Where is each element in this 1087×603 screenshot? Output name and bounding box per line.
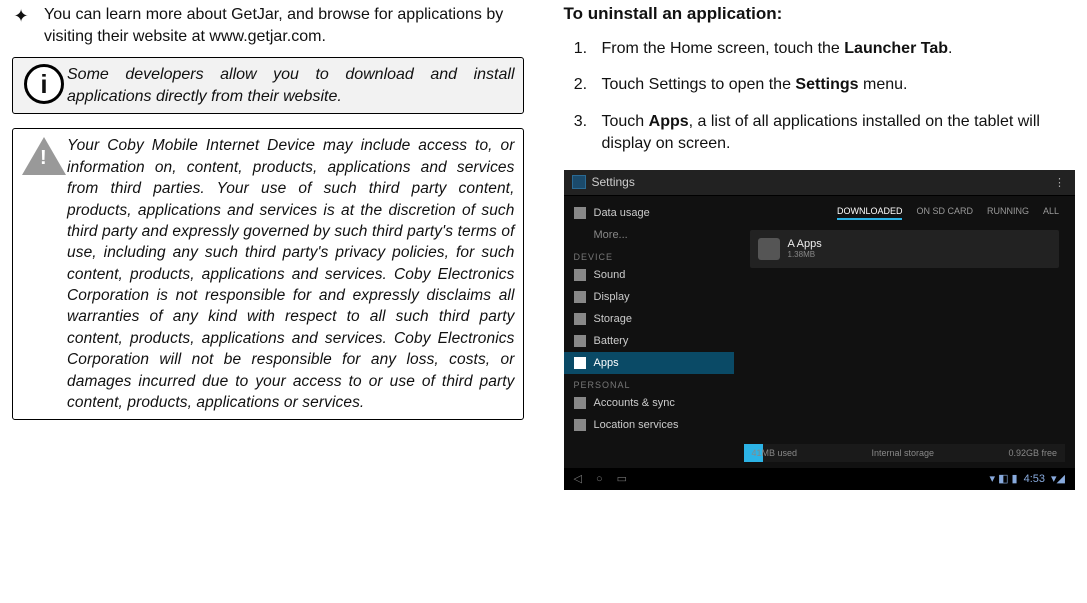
sidebar-item-more[interactable]: More... xyxy=(564,224,734,246)
location-icon xyxy=(574,419,586,431)
display-icon xyxy=(574,291,586,303)
warning-note-text: Your Coby Mobile Internet Device may inc… xyxy=(67,135,515,413)
sidebar-item-storage[interactable]: Storage xyxy=(564,308,734,330)
sidebar-item-location[interactable]: Location services xyxy=(564,414,734,436)
tab-running[interactable]: RUNNING xyxy=(987,206,1029,220)
warning-icon xyxy=(21,135,67,413)
tab-all[interactable]: ALL xyxy=(1043,206,1059,220)
data-icon xyxy=(574,207,586,219)
bullet-star-icon: ✦ xyxy=(12,4,30,47)
sound-icon xyxy=(574,269,586,281)
wifi-icon: ▾◢ xyxy=(1051,472,1065,485)
info-note-box: i Some developers allow you to download … xyxy=(12,57,524,114)
settings-screenshot: Settings ⋮ Data usage More... DEVICE Sou… xyxy=(564,170,1076,490)
tab-downloaded[interactable]: DOWNLOADED xyxy=(837,206,903,220)
apps-tabs: DOWNLOADED ON SD CARD RUNNING ALL xyxy=(740,202,1070,224)
home-icon[interactable]: ○ xyxy=(596,473,603,485)
tab-sdcard[interactable]: ON SD CARD xyxy=(916,206,973,220)
menu-icon: ⋮ xyxy=(1054,176,1067,189)
app-size: 1.38MB xyxy=(788,250,822,259)
sidebar-head-personal: PERSONAL xyxy=(564,374,734,392)
battery-icon xyxy=(574,335,586,347)
sidebar-item-accounts[interactable]: Accounts & sync xyxy=(564,392,734,414)
sidebar-head-device: DEVICE xyxy=(564,246,734,264)
storage-icon xyxy=(574,313,586,325)
clock: 4:53 xyxy=(1024,473,1045,485)
bullet-text: You can learn more about GetJar, and bro… xyxy=(44,4,524,47)
sidebar-item-apps[interactable]: Apps xyxy=(564,352,734,374)
sidebar-item-sound[interactable]: Sound xyxy=(564,264,734,286)
sync-icon xyxy=(574,397,586,409)
step-3: Touch Apps, a list of all applications i… xyxy=(592,111,1076,156)
info-icon: i xyxy=(21,64,67,107)
screenshot-title: Settings xyxy=(592,175,635,189)
warning-note-box: Your Coby Mobile Internet Device may inc… xyxy=(12,128,524,420)
system-navbar: ◁ ○ ▭ ▾ ◧ ▮ 4:53 ▾◢ xyxy=(564,468,1076,490)
storage-used: 41MB used xyxy=(752,448,798,458)
step-2: Touch Settings to open the Settings menu… xyxy=(592,74,1076,96)
uninstall-heading: To uninstall an application: xyxy=(564,4,1076,24)
storage-free: 0.92GB free xyxy=(1008,448,1057,458)
bullet-getjar: ✦ You can learn more about GetJar, and b… xyxy=(12,4,524,47)
step-1: From the Home screen, touch the Launcher… xyxy=(592,38,1076,60)
recents-icon[interactable]: ▭ xyxy=(617,472,627,485)
storage-label: Internal storage xyxy=(871,448,934,458)
settings-app-icon xyxy=(572,175,586,189)
app-name: A Apps xyxy=(788,238,822,250)
steps-list: From the Home screen, touch the Launcher… xyxy=(564,38,1076,156)
back-icon[interactable]: ◁ xyxy=(574,472,582,485)
sidebar-item-battery[interactable]: Battery xyxy=(564,330,734,352)
app-icon xyxy=(758,238,780,260)
apps-panel: DOWNLOADED ON SD CARD RUNNING ALL A Apps… xyxy=(734,196,1076,468)
apps-icon xyxy=(574,357,586,369)
storage-bar: 41MB used Internal storage 0.92GB free xyxy=(744,444,1066,462)
sidebar-item-data-usage[interactable]: Data usage xyxy=(564,202,734,224)
sidebar-item-display[interactable]: Display xyxy=(564,286,734,308)
status-icons: ▾ ◧ ▮ xyxy=(990,472,1018,485)
info-note-text: Some developers allow you to download an… xyxy=(67,64,515,107)
app-list-item[interactable]: A Apps 1.38MB xyxy=(750,230,1060,268)
screenshot-titlebar: Settings ⋮ xyxy=(564,170,1076,196)
settings-sidebar: Data usage More... DEVICE Sound Display … xyxy=(564,196,734,468)
